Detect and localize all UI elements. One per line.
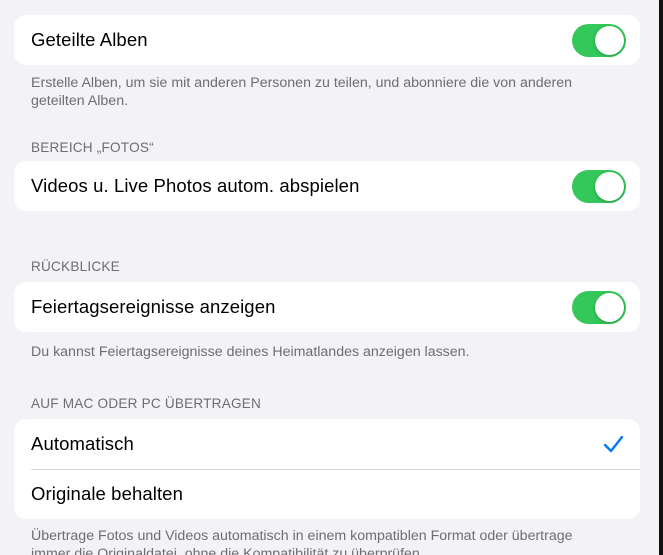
autoplay-row[interactable]: Videos u. Live Photos autom. abspielen bbox=[14, 161, 640, 211]
shared-albums-group: Geteilte Alben bbox=[14, 15, 640, 65]
holiday-events-toggle[interactable] bbox=[572, 290, 626, 324]
photos-group: Videos u. Live Photos autom. abspielen bbox=[14, 161, 640, 211]
shared-albums-row[interactable]: Geteilte Alben bbox=[14, 15, 640, 65]
transfer-option-label: Automatisch bbox=[31, 433, 134, 454]
toggle-knob bbox=[595, 292, 624, 322]
holiday-events-label: Feiertagsereignisse anzeigen bbox=[31, 296, 276, 317]
memories-group: Feiertagsereignisse anzeigen bbox=[14, 282, 640, 332]
autoplay-toggle[interactable] bbox=[572, 169, 626, 203]
settings-page: Geteilte Alben Erstelle Alben, um sie mi… bbox=[0, 0, 663, 555]
transfer-option-automatic[interactable]: Automatisch bbox=[14, 419, 640, 469]
toggle-knob bbox=[595, 171, 624, 201]
holiday-events-row[interactable]: Feiertagsereignisse anzeigen bbox=[14, 282, 640, 332]
row-separator bbox=[31, 469, 640, 470]
top-strip bbox=[0, 0, 663, 8]
memories-section-header: RÜCKBLICKE bbox=[31, 259, 120, 274]
autoplay-label: Videos u. Live Photos autom. abspielen bbox=[31, 175, 360, 196]
shared-albums-toggle[interactable] bbox=[572, 23, 626, 57]
transfer-footer: Übertrage Fotos und Videos automatisch i… bbox=[31, 528, 573, 555]
photos-section-header: BEREICH „FOTOS“ bbox=[31, 140, 154, 155]
checkmark-icon bbox=[603, 435, 624, 453]
transfer-option-label: Originale behalten bbox=[31, 483, 183, 504]
shared-albums-footer: Erstelle Alben, um sie mit anderen Perso… bbox=[31, 75, 573, 109]
toggle-knob bbox=[595, 25, 624, 55]
transfer-options-group: Automatisch Originale behalten bbox=[14, 419, 640, 519]
transfer-option-keep-originals[interactable]: Originale behalten bbox=[14, 469, 640, 519]
shared-albums-label: Geteilte Alben bbox=[31, 29, 148, 50]
transfer-section-header: AUF MAC ODER PC ÜBERTRAGEN bbox=[31, 396, 262, 411]
window-edge bbox=[659, 0, 663, 555]
memories-footer: Du kannst Feiertagsereignisse deines Hei… bbox=[31, 344, 470, 360]
